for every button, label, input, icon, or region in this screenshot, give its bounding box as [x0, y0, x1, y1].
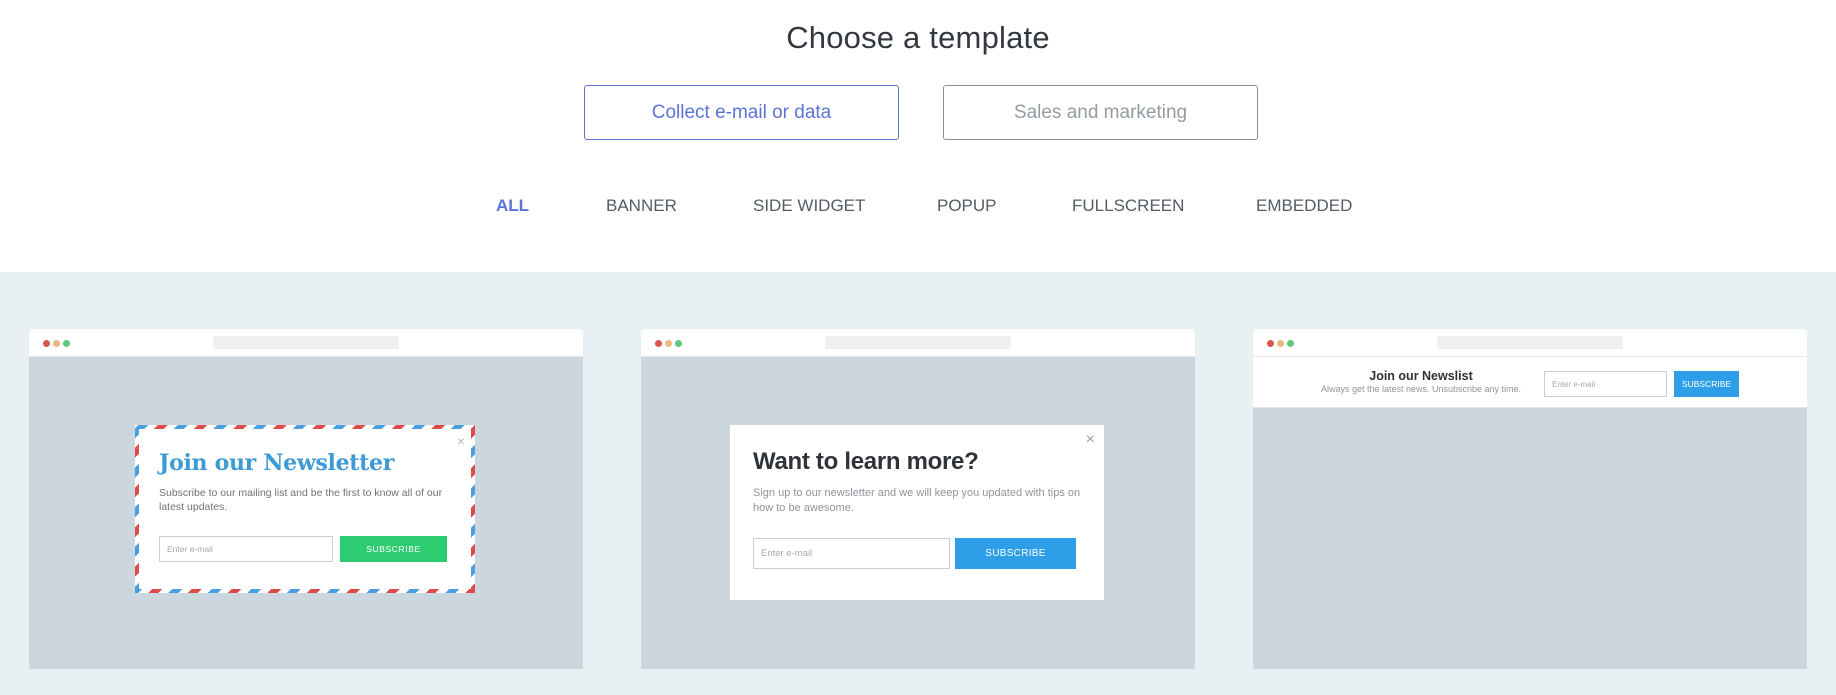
preview-email-input: Enter e-mail: [1544, 371, 1667, 397]
preview-subscribe-button: SUBSCRIBE: [340, 536, 447, 562]
preview-title: Join our Newsletter: [159, 450, 395, 476]
window-minimize-dot-icon: [665, 340, 672, 347]
filter-tabs: ALL BANNER SIDE WIDGET POPUP FULLSCREEN …: [0, 196, 1836, 220]
category-sales-marketing-button[interactable]: Sales and marketing: [943, 85, 1258, 140]
airmail-popup-preview: × Join our Newsletter Subscribe to our m…: [135, 425, 475, 593]
filter-tab-fullscreen[interactable]: FULLSCREEN: [1072, 196, 1184, 216]
filter-tab-popup[interactable]: POPUP: [937, 196, 997, 216]
window-close-dot-icon: [655, 340, 662, 347]
window-close-dot-icon: [1267, 340, 1274, 347]
preview-email-input: Enter e-mail: [159, 536, 333, 562]
url-bar: [1437, 336, 1623, 349]
preview-email-input: Enter e-mail: [753, 538, 950, 569]
window-maximize-dot-icon: [675, 340, 682, 347]
page-title: Choose a template: [786, 20, 1050, 55]
close-icon: ×: [456, 433, 465, 449]
browser-chrome: [641, 329, 1195, 357]
window-minimize-dot-icon: [53, 340, 60, 347]
browser-chrome: [1253, 329, 1807, 357]
window-maximize-dot-icon: [63, 340, 70, 347]
url-bar: [825, 336, 1011, 349]
template-gallery: × Join our Newsletter Subscribe to our m…: [0, 272, 1836, 695]
template-card-newsletter[interactable]: × Join our Newsletter Subscribe to our m…: [29, 329, 583, 669]
template-card-banner[interactable]: Join our Newslist Always get the latest …: [1253, 329, 1807, 669]
window-minimize-dot-icon: [1277, 340, 1284, 347]
preview-text: Sign up to our newsletter and we will ke…: [753, 487, 1081, 514]
category-collect-email-button[interactable]: Collect e-mail or data: [584, 85, 899, 140]
filter-tab-banner[interactable]: BANNER: [606, 196, 677, 216]
filter-tab-all[interactable]: ALL: [496, 196, 529, 216]
browser-chrome: [29, 329, 583, 357]
preview-subscribe-button: SUBSCRIBE: [955, 538, 1076, 569]
preview-subscribe-button: SUBSCRIBE: [1674, 371, 1739, 397]
popup-preview: × Want to learn more? Sign up to our new…: [730, 425, 1104, 600]
filter-tab-embedded[interactable]: EMBEDDED: [1256, 196, 1352, 216]
template-card-popup[interactable]: × Want to learn more? Sign up to our new…: [641, 329, 1195, 669]
preview-title: Join our Newslist: [1369, 369, 1473, 383]
preview-text: Always get the latest news. Unsubscribe …: [1320, 384, 1522, 394]
preview-title: Want to learn more?: [753, 448, 979, 475]
banner-preview: Join our Newslist Always get the latest …: [1253, 357, 1807, 408]
window-close-dot-icon: [43, 340, 50, 347]
url-bar: [213, 336, 399, 349]
preview-text: Subscribe to our mailing list and be the…: [159, 487, 443, 513]
window-maximize-dot-icon: [1287, 340, 1294, 347]
close-icon: ×: [1085, 431, 1095, 448]
filter-tab-side-widget[interactable]: SIDE WIDGET: [753, 196, 865, 216]
